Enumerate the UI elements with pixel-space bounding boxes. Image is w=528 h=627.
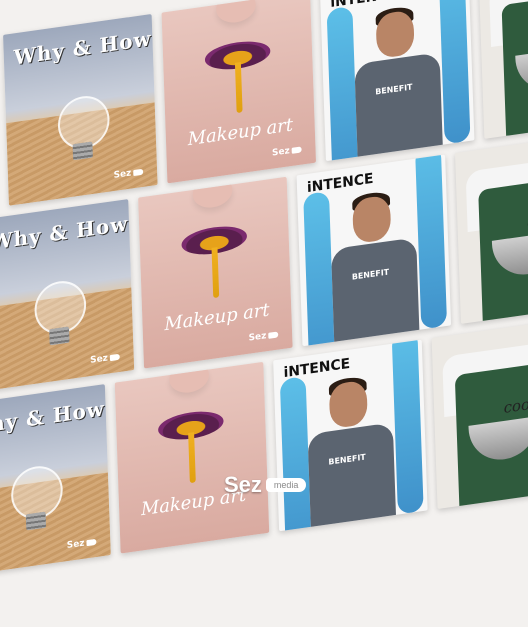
wave-shape [438,0,471,145]
brand-mark: Sez [272,144,302,159]
wave-shape [279,376,312,532]
lightbulb-base [49,326,70,346]
card-cook-3: cook meal [431,317,528,510]
card-cook-2: cook meal [454,132,528,324]
lightbulb-base [72,141,93,161]
lightbulb-base [25,511,47,531]
card-intence-1: iNTENCE BENEFIT [319,0,475,162]
wave-shape [326,5,359,162]
brand-mark: Sez [249,329,279,344]
shirt-shape [330,237,420,347]
card-title: iNTENCE [283,355,351,382]
nose-shape [215,0,257,26]
wave-shape [303,191,336,347]
card-why-how-2: Why & How Sez [0,199,135,391]
sez-media-logo: Sez media [224,472,307,498]
card-title: Makeup art [187,114,294,151]
card-title: Why & How [0,396,106,440]
card-why-how-1: Why & How Sez [3,13,158,206]
wave-shape [391,339,424,515]
card-why-how-3: Why & How Sez [0,384,111,576]
card-makeup-1: Makeup art Sez [161,0,317,184]
card-title: Makeup art [164,299,270,336]
logo-name: Sez [224,472,262,497]
drip-shape [211,247,220,299]
poster-collage: Why & How Sez Makeup art Sez iNTENCE BEN… [0,0,528,627]
card-intence-3: iNTENCE BENEFIT [273,339,428,532]
card-title: Why & How [13,26,152,70]
card-title: Why & How [0,211,129,255]
logo-tag: media [265,478,307,492]
head-shape [375,9,415,60]
card-cook-1: cook meal [478,0,528,139]
card-intence-2: iNTENCE BENEFIT [296,154,452,347]
head-shape [328,379,368,430]
drip-shape [234,62,243,114]
drip-shape [188,432,196,484]
card-title: iNTENCE [306,170,374,197]
nose-shape [192,176,233,211]
shirt-shape [354,52,444,162]
shirt-shape [307,422,397,532]
wave-shape [415,154,448,330]
card-makeup-2: Makeup art Sez [138,176,293,369]
head-shape [352,194,392,245]
nose-shape [168,361,210,396]
